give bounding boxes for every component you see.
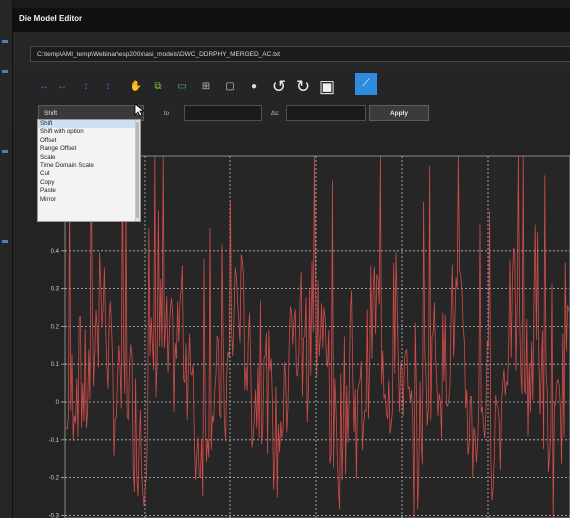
title-bar: Die Model Editor [13, 8, 570, 32]
y-tick-label: -0.1 [49, 438, 60, 444]
select-tool-icon: ⟋ [362, 78, 370, 89]
dropdown-option[interactable]: Offset [38, 137, 140, 145]
rectangle-select-button[interactable]: ▭ [175, 80, 189, 94]
grid-button[interactable]: ⊞ [199, 80, 213, 94]
to-label: to [164, 111, 170, 117]
background-marker [2, 240, 8, 243]
apply-button[interactable]: Apply [369, 105, 429, 121]
delta-s-input[interactable] [286, 105, 366, 121]
dropdown-option[interactable]: Shift with option [38, 128, 140, 136]
delta-s-label: Δs: [271, 111, 280, 117]
grid-icon: ⊞ [201, 81, 211, 92]
arrow-left-right-alt-icon: ↔ [57, 81, 67, 92]
file-path-field[interactable]: C:\temp\AMI_temp\Webinar\esp200x\asi_mod… [30, 46, 570, 62]
hand-pan-button[interactable]: ✋ [129, 80, 143, 94]
dropdown-option[interactable]: Shift [38, 120, 140, 129]
y-tick-label: 0.2 [51, 324, 60, 330]
operation-dropdown-list[interactable]: Shift Shift with option Offset Range Offset… [37, 119, 141, 222]
y-tick-label: 0.4 [51, 249, 60, 255]
redo-icon: ↻ [295, 76, 311, 96]
dropdown-option[interactable]: Range Offset [38, 145, 140, 153]
die-model-editor-window: Die Model Editor C:\temp\AMI_temp\Webina… [13, 8, 570, 518]
mouse-pointer-icon [134, 103, 144, 117]
hand-pan-icon: ✋ [129, 81, 143, 92]
dropdown-options: Shift Shift with option Offset Range Offset… [38, 120, 140, 204]
dropdown-scrollbar[interactable] [135, 120, 140, 221]
fit-view-button[interactable]: ▢ [223, 80, 237, 94]
dropdown-option[interactable]: Copy [38, 179, 140, 187]
dropdown-option[interactable]: Scale [38, 154, 140, 162]
arrow-up-down-button[interactable]: ↕ [79, 80, 93, 94]
y-tick-label: 0.1 [51, 362, 60, 368]
dropdown-option[interactable]: Mirror [38, 196, 140, 204]
y-tick-label: -0.2 [49, 476, 60, 482]
undo-icon: ↺ [271, 76, 287, 96]
save-icon: ▣ [318, 76, 336, 96]
y-tick-label: -0.3 [49, 513, 60, 518]
background-marker [2, 150, 8, 153]
background-window-edge [0, 0, 13, 518]
range-end-input[interactable] [184, 105, 262, 121]
arrow-left-right-button[interactable]: ↔ [37, 80, 51, 94]
copy-icon: ⧉ [154, 81, 162, 92]
copy-button[interactable]: ⧉ [151, 80, 165, 94]
background-marker [2, 40, 8, 43]
arrow-left-right-icon: ↔ [39, 81, 49, 92]
save-button[interactable]: ▣ [317, 76, 337, 96]
arrow-up-down-alt-button[interactable]: ↕ [101, 80, 115, 94]
arrow-up-down-icon: ↕ [83, 81, 89, 92]
eye-icon: ● [250, 81, 258, 92]
arrow-up-down-alt-icon: ↕ [105, 81, 111, 92]
y-tick-label: 0 [56, 400, 60, 406]
dropdown-option[interactable]: Cut [38, 170, 140, 178]
eye-button[interactable]: ● [247, 80, 261, 94]
arrow-left-right-alt-button[interactable]: ↔ [55, 80, 69, 94]
fit-view-icon: ▢ [225, 81, 235, 92]
background-marker [2, 70, 8, 73]
undo-button[interactable]: ↺ [269, 76, 289, 96]
operation-selected-value: Shift [44, 110, 58, 117]
dropdown-option[interactable]: Time Domain Scale [38, 162, 140, 170]
scrollbar-thumb[interactable] [136, 122, 139, 218]
redo-button[interactable]: ↻ [293, 76, 313, 96]
select-tool-button[interactable]: ⟋ [358, 76, 374, 92]
y-tick-label: 0.3 [51, 287, 60, 293]
rectangle-select-icon: ▭ [177, 81, 187, 92]
dropdown-option[interactable]: Paste [38, 187, 140, 195]
file-path-row: C:\temp\AMI_temp\Webinar\esp200x\asi_mod… [13, 32, 570, 70]
toolbar: ↔ ↔ ↕ ↕ ✋ ⧉ ▭ ⊞ ▢ ● ↺ ↻ ▣ ⟋ [13, 70, 570, 102]
window-title: Die Model Editor [19, 14, 83, 23]
